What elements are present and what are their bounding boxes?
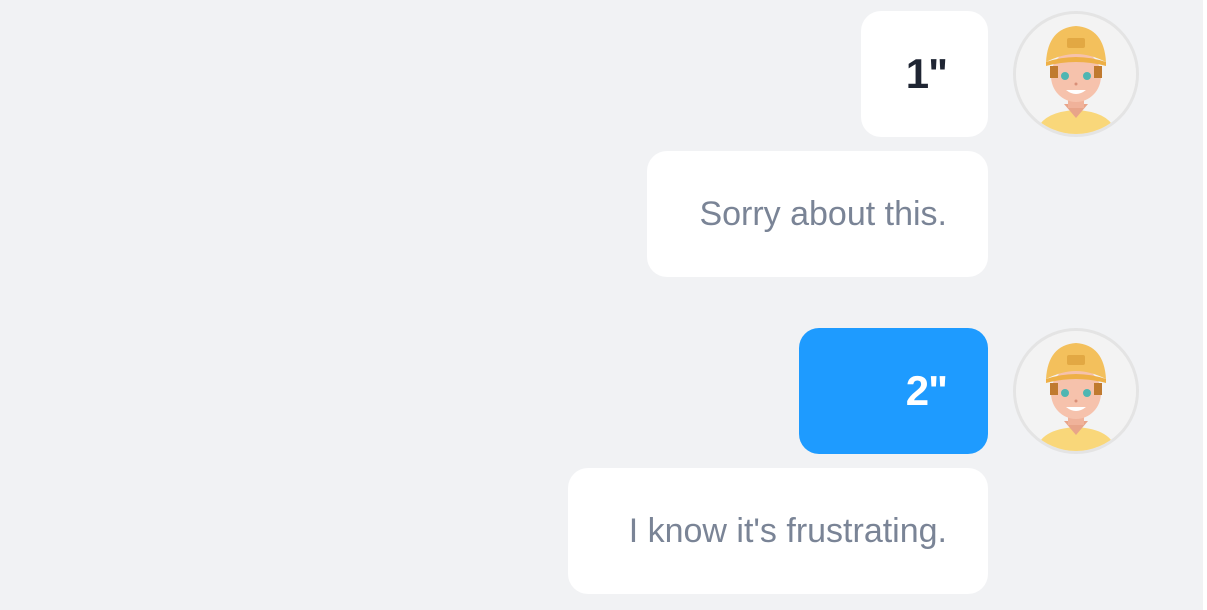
voice-duration: 2" bbox=[905, 367, 948, 414]
message-text: Sorry about this. bbox=[699, 194, 947, 233]
message-text: I know it's frustrating. bbox=[628, 511, 947, 550]
avatar[interactable] bbox=[1013, 328, 1139, 454]
user-avatar-icon bbox=[1016, 14, 1136, 134]
avatar[interactable] bbox=[1013, 11, 1139, 137]
voice-duration: 1" bbox=[905, 50, 948, 97]
user-avatar-icon bbox=[1016, 331, 1136, 451]
text-message-bubble[interactable]: I know it's frustrating. bbox=[568, 468, 988, 594]
chat-thread: 1" Sorry about this. 2" I know it's frus… bbox=[0, 0, 1207, 610]
text-message-bubble[interactable]: Sorry about this. bbox=[647, 151, 988, 277]
voice-message-bubble[interactable]: 1" bbox=[861, 11, 988, 137]
voice-message-bubble[interactable]: 2" bbox=[799, 328, 988, 454]
scrollbar-track[interactable] bbox=[1203, 0, 1207, 610]
